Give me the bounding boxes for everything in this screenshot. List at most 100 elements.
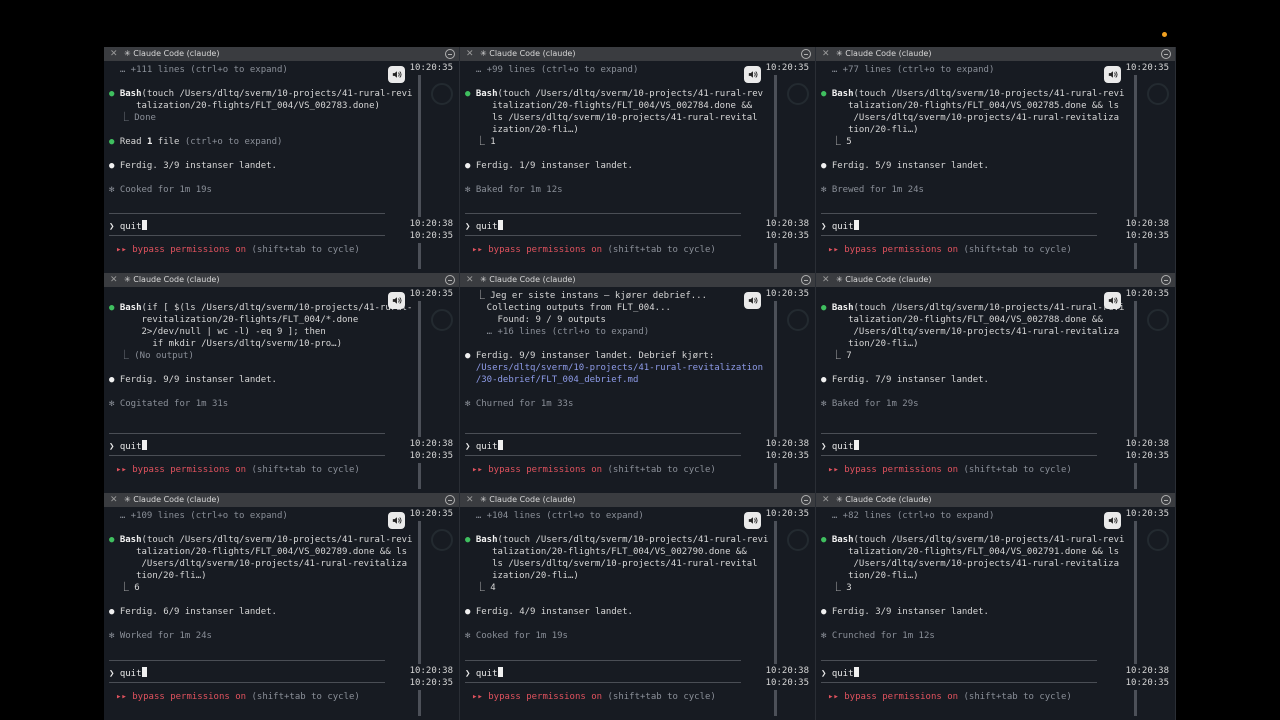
speaker-icon[interactable] (388, 66, 405, 83)
minimize-icon[interactable] (801, 49, 811, 59)
minimize-icon[interactable] (445, 49, 455, 59)
prompt-input[interactable]: ❯ quit (109, 440, 147, 453)
close-icon[interactable]: ✕ (110, 493, 118, 507)
pane-title: ✳ Claude Code (claude) (836, 275, 932, 284)
scrollbar-lower[interactable] (1134, 243, 1137, 269)
dim-output-line: ⎿ Done (109, 113, 156, 123)
prompt-input[interactable]: ❯ quit (821, 667, 859, 680)
input-separator-top (821, 660, 1097, 661)
tool-call-line: ● Bash(touch /Users/dltq/sverm/10-projec… (465, 89, 764, 99)
pane-titlebar[interactable]: ✕ ✳ Claude Code (claude) (816, 493, 1175, 507)
terminal-pane-3[interactable]: ✕ ✳ Claude Code (claude) … +77 lines (ctr… (816, 47, 1176, 273)
speaker-icon[interactable] (388, 292, 405, 309)
prompt-input[interactable]: ❯ quit (465, 220, 503, 233)
assistant-message: ● Ferdig. 7/9 instanser landet. (821, 375, 989, 385)
scrollbar-lower[interactable] (1134, 463, 1137, 489)
scrollbar-lower[interactable] (418, 690, 421, 716)
terminal-pane-4[interactable]: ✕ ✳ Claude Code (claude) ● Bash(if [ $(ls … (104, 273, 460, 493)
message-dot-icon: ● (821, 607, 827, 617)
prompt-input[interactable]: ❯ quit (821, 220, 859, 233)
tool-call-line: ● Bash(touch /Users/dltq/sverm/10-projec… (465, 535, 769, 545)
close-icon[interactable]: ✕ (466, 493, 474, 507)
scrollbar-lower[interactable] (418, 243, 421, 269)
pane-title: ✳ Claude Code (claude) (480, 495, 576, 504)
scrollbar[interactable] (1134, 75, 1137, 217)
terminal-pane-1[interactable]: ✕ ✳ Claude Code (claude) … +111 lines (ct… (104, 47, 460, 273)
pane-titlebar[interactable]: ✕ ✳ Claude Code (claude) (460, 47, 815, 61)
scrollbar[interactable] (1134, 301, 1137, 437)
scrollbar-lower[interactable] (1134, 690, 1137, 716)
tool-call-line: ● Bash(touch /Users/dltq/sverm/10-projec… (821, 89, 1125, 99)
text-cursor (853, 220, 859, 230)
terminal-pane-8[interactable]: ✕ ✳ Claude Code (claude) … +104 lines (ct… (460, 493, 816, 720)
close-icon[interactable]: ✕ (822, 47, 830, 61)
pane-titlebar[interactable]: ✕ ✳ Claude Code (claude) (104, 273, 459, 287)
dim-output-line: ✻ Brewed for 1m 24s (821, 185, 924, 195)
close-icon[interactable]: ✕ (110, 47, 118, 61)
minimize-icon[interactable] (445, 495, 455, 505)
minimize-icon[interactable] (445, 275, 455, 285)
prompt-input[interactable]: ❯ quit (465, 440, 503, 453)
pane-titlebar[interactable]: ✕ ✳ Claude Code (claude) (816, 273, 1175, 287)
speaker-icon[interactable] (744, 512, 761, 529)
minimize-icon[interactable] (1161, 495, 1171, 505)
speaker-icon[interactable] (1104, 292, 1121, 309)
scrollbar[interactable] (774, 521, 777, 664)
timestamp-top: 10:20:35 (1125, 509, 1169, 519)
close-icon[interactable]: ✕ (822, 493, 830, 507)
terminal-pane-6[interactable]: ✕ ✳ Claude Code (claude) ● Bash(touch /Use… (816, 273, 1176, 493)
prompt-input[interactable]: ❯ quit (821, 440, 859, 453)
terminal-pane-7[interactable]: ✕ ✳ Claude Code (claude) … +109 lines (ct… (104, 493, 460, 720)
close-icon[interactable]: ✕ (822, 273, 830, 287)
close-icon[interactable]: ✕ (110, 273, 118, 287)
prompt-input[interactable]: ❯ quit (109, 667, 147, 680)
output-line: ls /Users/dltq/sverm/10-projects/41-rura… (465, 559, 758, 569)
terminal-pane-9[interactable]: ✕ ✳ Claude Code (claude) … +82 lines (ctr… (816, 493, 1176, 720)
minimize-icon[interactable] (801, 495, 811, 505)
message-dot-icon: ● (821, 161, 827, 171)
pane-titlebar[interactable]: ✕ ✳ Claude Code (claude) (104, 47, 459, 61)
input-separator-top (109, 660, 385, 661)
speaker-icon[interactable] (744, 66, 761, 83)
speaker-icon[interactable] (1104, 66, 1121, 83)
speaker-icon[interactable] (744, 292, 761, 309)
pane-titlebar[interactable]: ✕ ✳ Claude Code (claude) (816, 47, 1175, 61)
terminal-pane-2[interactable]: ✕ ✳ Claude Code (claude) … +99 lines (ctr… (460, 47, 816, 273)
scrollbar-lower[interactable] (774, 690, 777, 716)
timestamp-top: 10:20:35 (409, 509, 453, 519)
file-path-link[interactable]: /Users/dltq/sverm/10-projects/41-rural-r… (465, 362, 763, 374)
input-separator-bottom (821, 455, 1097, 456)
speaker-icon[interactable] (388, 512, 405, 529)
prompt-input[interactable]: ❯ quit (465, 667, 503, 680)
output-line: ⎿ Jeg er siste instans – kjører debrief.… (465, 291, 707, 301)
scrollbar-lower[interactable] (774, 243, 777, 269)
pane-titlebar[interactable]: ✕ ✳ Claude Code (claude) (104, 493, 459, 507)
scrollbar[interactable] (418, 75, 421, 217)
terminal-output: ● Bash(if [ $(ls /Users/dltq/sverm/10-pr… (104, 287, 459, 493)
minimize-icon[interactable] (801, 275, 811, 285)
scrollbar[interactable] (774, 301, 777, 437)
close-icon[interactable]: ✕ (466, 273, 474, 287)
scrollbar[interactable] (774, 75, 777, 217)
assistant-message: ● Ferdig. 3/9 instanser landet. (109, 161, 277, 171)
output-line: ⎿ 7 (821, 351, 852, 361)
minimize-icon[interactable] (1161, 275, 1171, 285)
pane-title: ✳ Claude Code (claude) (836, 495, 932, 504)
output-line: italization/20-flights/FLT_004/VS_002784… (465, 101, 753, 111)
scrollbar[interactable] (418, 521, 421, 664)
output-line: talization/20-flights/FLT_004/VS_002790.… (465, 547, 747, 557)
close-icon[interactable]: ✕ (466, 47, 474, 61)
scrollbar-lower[interactable] (418, 463, 421, 489)
scrollbar-lower[interactable] (774, 463, 777, 489)
file-path-link[interactable]: /30-debrief/FLT_004_debrief.md (465, 374, 639, 386)
speaker-icon[interactable] (1104, 512, 1121, 529)
terminal-pane-5[interactable]: ✕ ✳ Claude Code (claude) ⎿ Jeg er siste i… (460, 273, 816, 493)
pane-titlebar[interactable]: ✕ ✳ Claude Code (claude) (460, 273, 815, 287)
pane-titlebar[interactable]: ✕ ✳ Claude Code (claude) (460, 493, 815, 507)
scrollbar[interactable] (1134, 521, 1137, 664)
assistant-message: ● Ferdig. 9/9 instanser landet. (109, 375, 277, 385)
minimize-icon[interactable] (1161, 49, 1171, 59)
pane-title: ✳ Claude Code (claude) (836, 49, 932, 58)
prompt-input[interactable]: ❯ quit (109, 220, 147, 233)
scrollbar[interactable] (418, 301, 421, 437)
